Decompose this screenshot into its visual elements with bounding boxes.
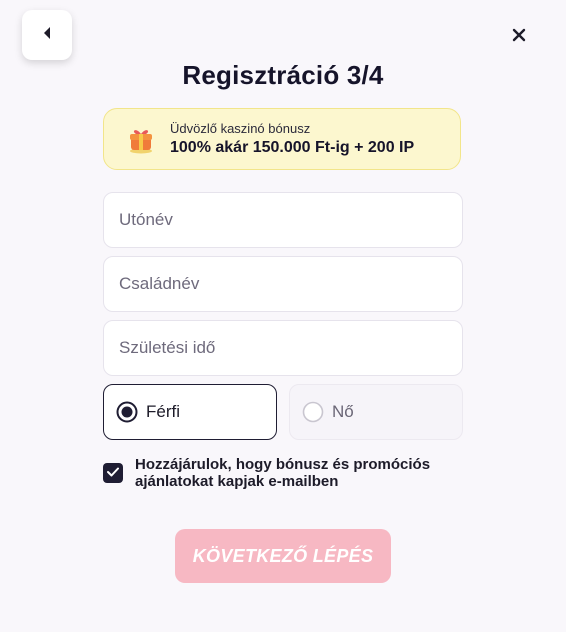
gift-icon (126, 125, 156, 155)
radio-checked-icon (116, 401, 138, 423)
gender-option-male[interactable]: Férfi (103, 384, 277, 440)
check-icon (107, 464, 119, 482)
consent-text: Hozzájárulok, hogy bónusz és promóciós a… (135, 456, 431, 490)
bonus-banner: Üdvözlő kaszinó bónusz 100% akár 150.000… (103, 108, 461, 170)
page-title: Regisztráció 3/4 (182, 60, 384, 90)
birth-date-field (103, 320, 463, 376)
last-name-input[interactable] (104, 257, 462, 311)
close-icon (512, 28, 526, 47)
next-step-button[interactable]: KÖVETKEZŐ LÉPÉS (175, 529, 391, 583)
gender-option-female[interactable]: Nő (289, 384, 463, 440)
first-name-input[interactable] (104, 193, 462, 247)
bonus-offer: 100% akár 150.000 Ft-ig + 200 IP (170, 139, 415, 156)
gender-label-female: Nő (332, 402, 354, 421)
birth-date-input[interactable] (104, 321, 462, 375)
consent-checkbox[interactable] (103, 463, 123, 483)
chevron-left-icon (42, 26, 52, 45)
back-button[interactable] (22, 10, 72, 60)
close-button[interactable] (506, 24, 532, 50)
last-name-field (103, 256, 463, 312)
bonus-subtitle: Üdvözlő kaszinó bónusz (170, 121, 311, 136)
first-name-field (103, 192, 463, 248)
gender-label-male: Férfi (146, 402, 180, 421)
radio-unchecked-icon (302, 401, 324, 423)
